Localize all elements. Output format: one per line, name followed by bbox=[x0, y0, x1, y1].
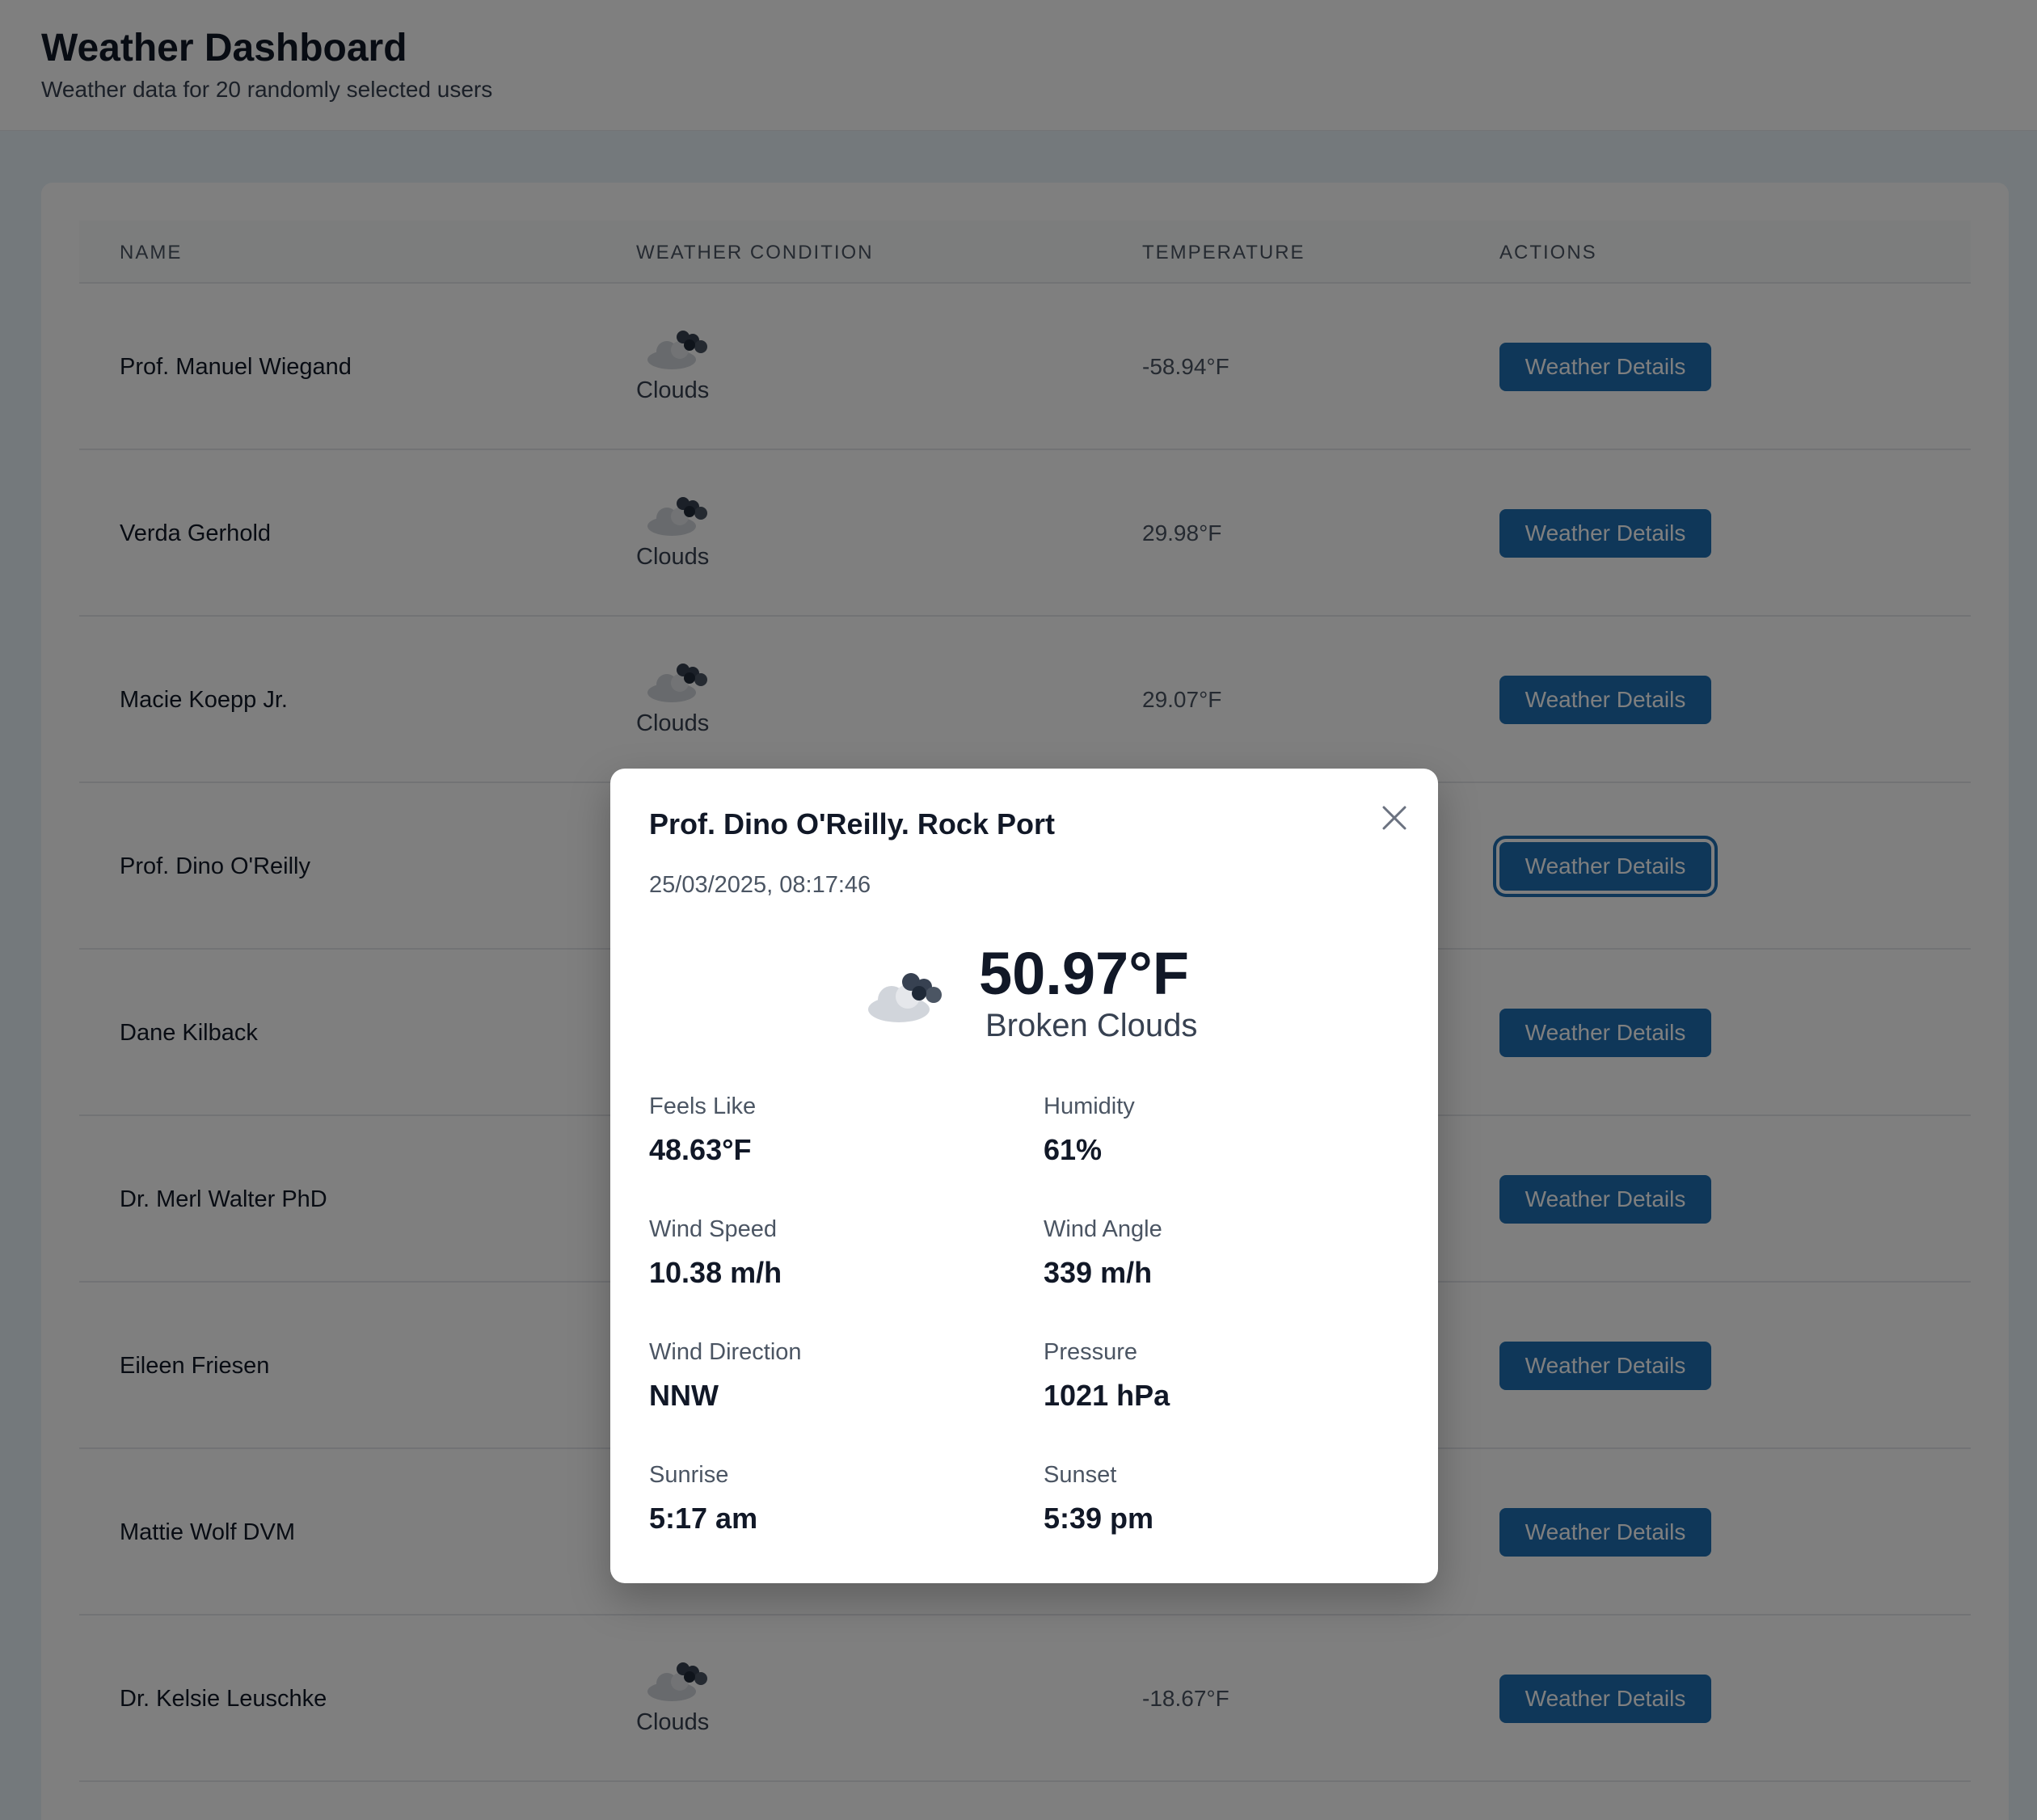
stat-value: 10.38 m/h bbox=[649, 1256, 782, 1289]
stat-value: 61% bbox=[1044, 1133, 1103, 1166]
stat-feels-like: Feels Like 48.63°F bbox=[649, 1093, 989, 1167]
modal-description: Broken Clouds bbox=[985, 1008, 1198, 1043]
stat-label: Sunset bbox=[1044, 1462, 1117, 1488]
stat-label: Wind Speed bbox=[649, 1216, 777, 1242]
weather-details-modal: Prof. Dino O'Reilly. Rock Port 25/03/202… bbox=[610, 769, 1438, 1583]
stat-sunrise: Sunrise 5:17 am bbox=[649, 1462, 989, 1536]
stat-value: 5:39 pm bbox=[1044, 1502, 1154, 1535]
stat-humidity: Humidity 61% bbox=[1044, 1093, 1383, 1167]
stat-value: 5:17 am bbox=[649, 1502, 758, 1535]
modal-temperature: 50.97°F bbox=[979, 940, 1189, 1007]
stat-wind-direction: Wind Direction NNW bbox=[649, 1339, 989, 1413]
stat-label: Pressure bbox=[1044, 1339, 1138, 1365]
stat-sunset: Sunset 5:39 pm bbox=[1044, 1462, 1383, 1536]
close-icon[interactable] bbox=[1374, 798, 1415, 838]
stat-label: Humidity bbox=[1044, 1093, 1135, 1119]
stat-label: Wind Angle bbox=[1044, 1216, 1162, 1242]
stat-label: Sunrise bbox=[649, 1462, 729, 1488]
modal-title: Prof. Dino O'Reilly. Rock Port bbox=[649, 807, 1055, 840]
stat-pressure: Pressure 1021 hPa bbox=[1044, 1339, 1383, 1413]
stat-label: Feels Like bbox=[649, 1093, 757, 1119]
stat-value: NNW bbox=[649, 1379, 719, 1412]
stat-wind-angle: Wind Angle 339 m/h bbox=[1044, 1216, 1383, 1290]
stat-value: 48.63°F bbox=[649, 1133, 752, 1166]
modal-datetime: 25/03/2025, 08:17:46 bbox=[649, 872, 871, 898]
stat-value: 1021 hPa bbox=[1044, 1379, 1170, 1412]
stat-wind-speed: Wind Speed 10.38 m/h bbox=[649, 1216, 989, 1290]
broken-clouds-icon bbox=[868, 973, 942, 1022]
stat-label: Wind Direction bbox=[649, 1339, 802, 1365]
stat-value: 339 m/h bbox=[1044, 1256, 1153, 1289]
